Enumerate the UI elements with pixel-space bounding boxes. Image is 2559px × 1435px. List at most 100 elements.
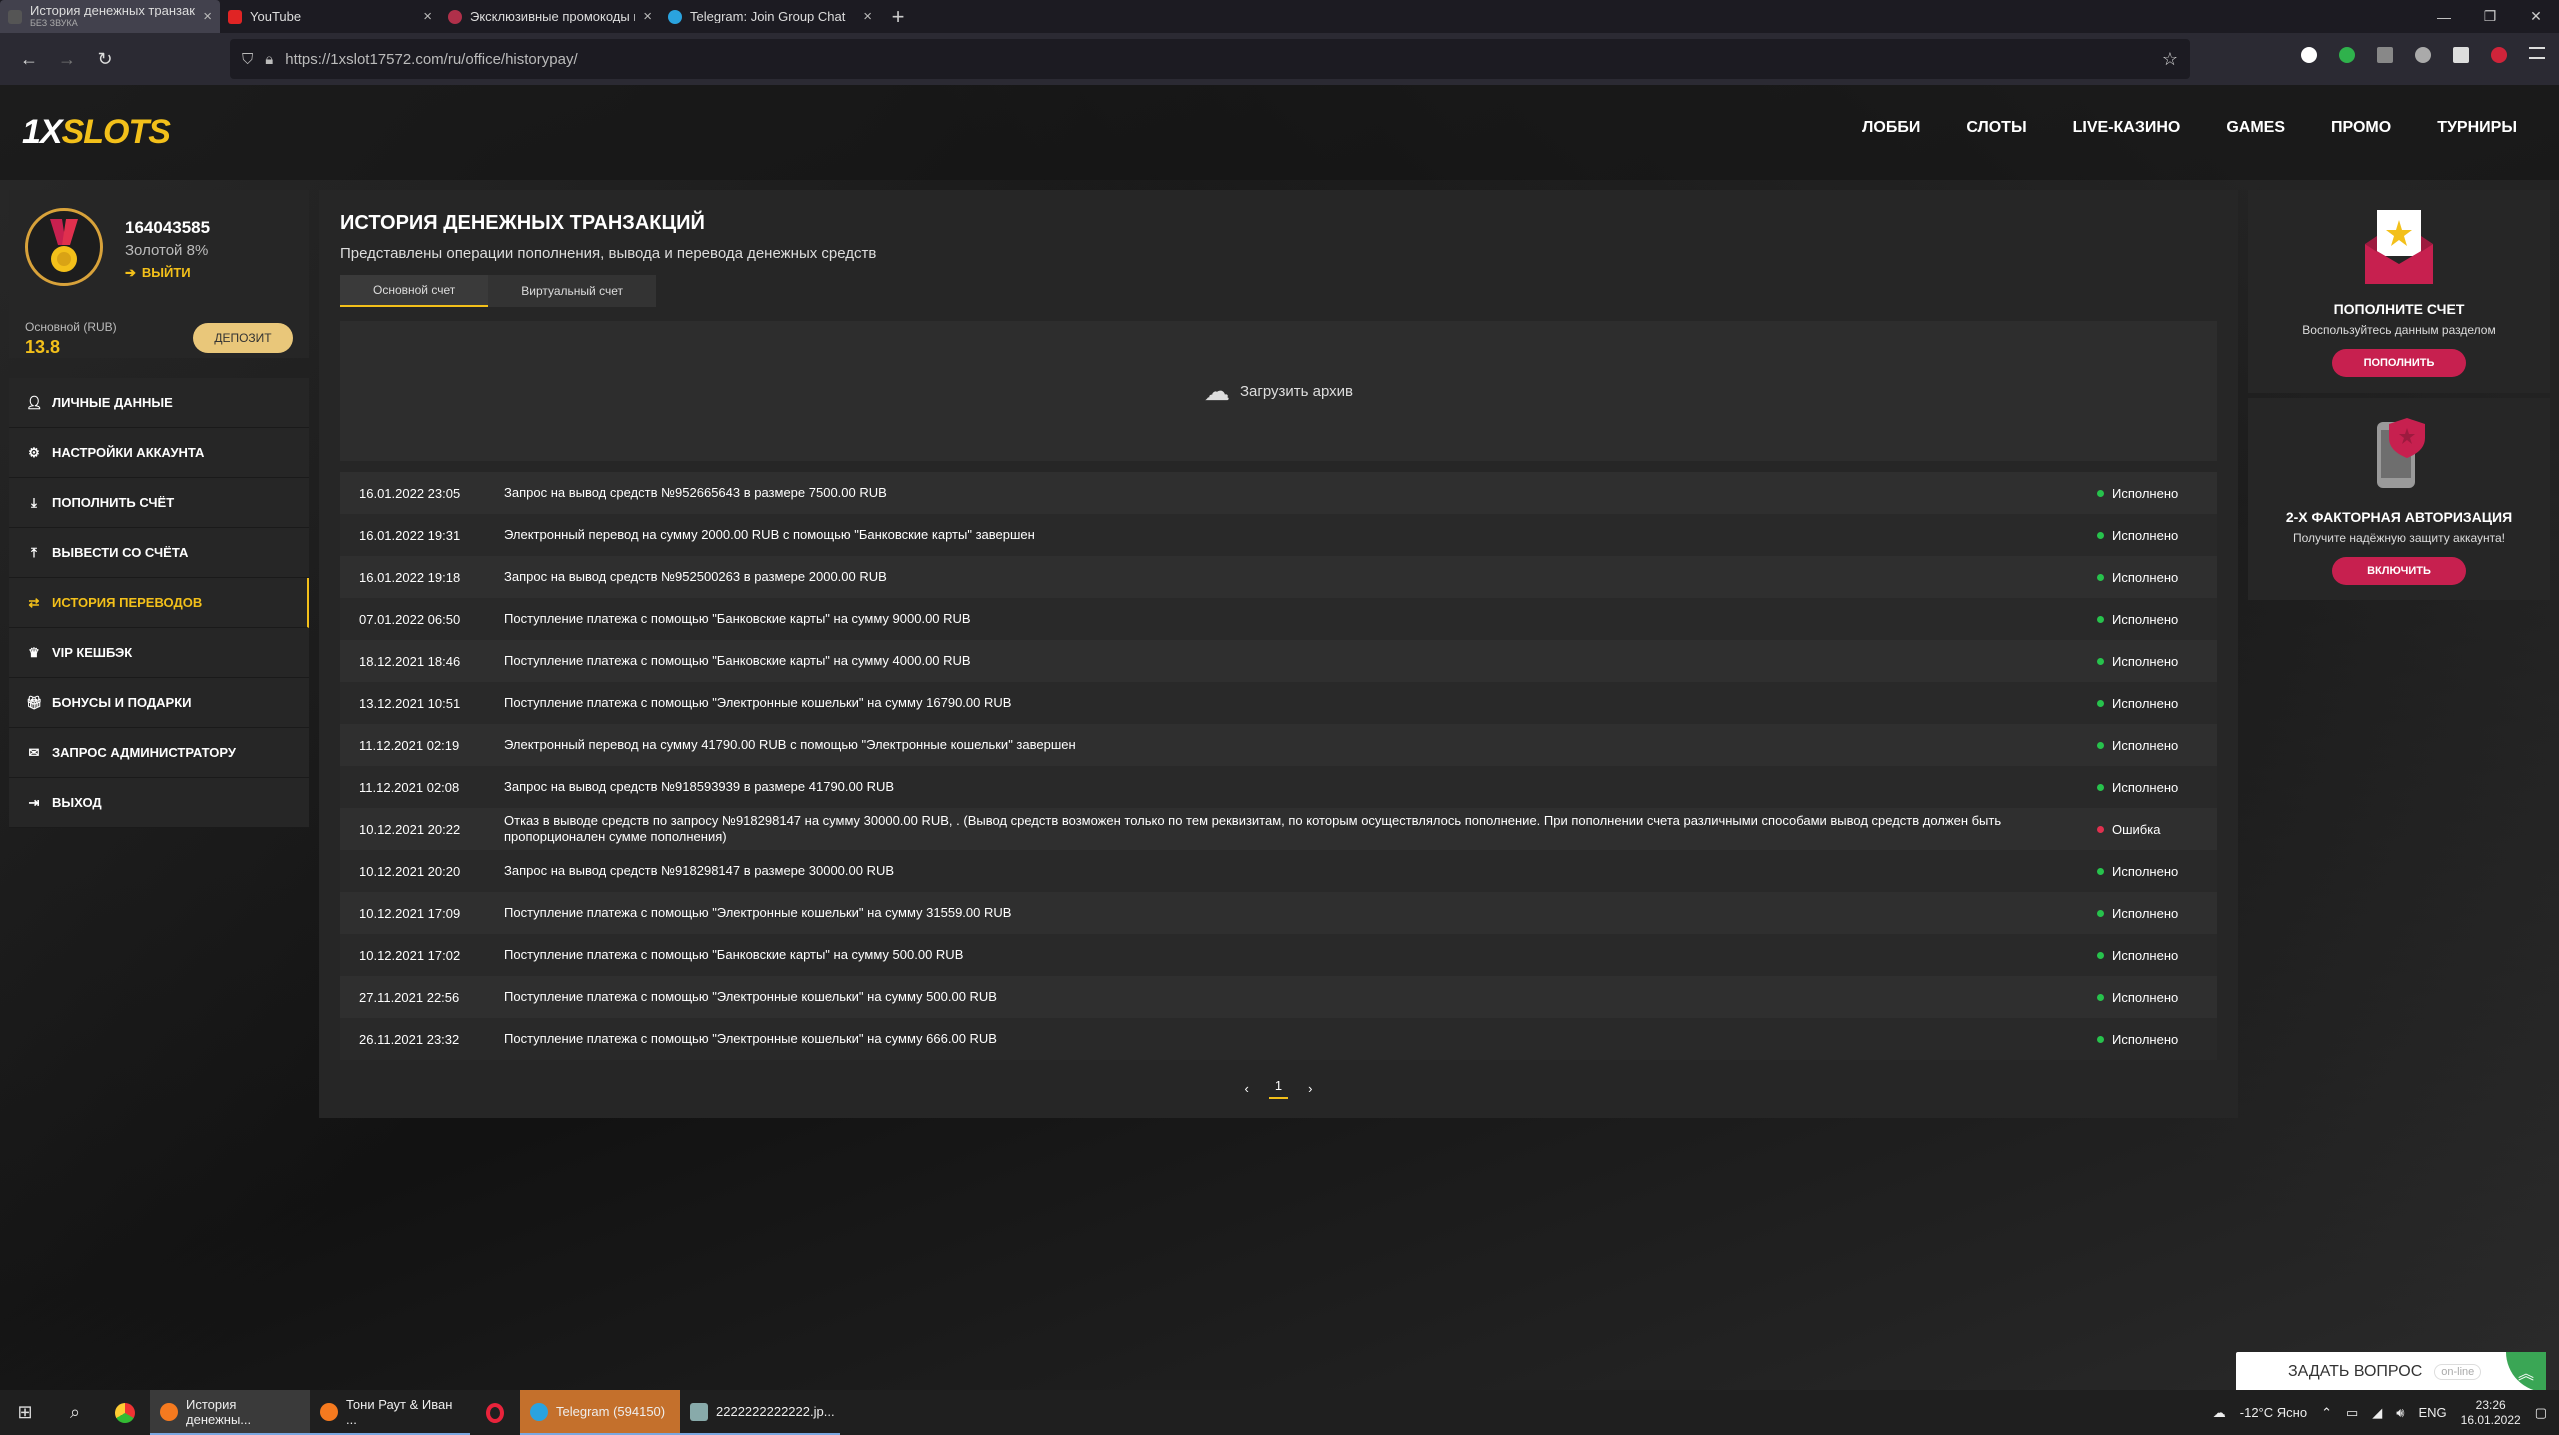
nav-lobby[interactable]: ЛОББИ: [1862, 119, 1920, 137]
reload-icon[interactable]: ↻: [86, 40, 124, 78]
extension-d-icon[interactable]: [2301, 47, 2317, 63]
nav-slots[interactable]: СЛОТЫ: [1966, 119, 2026, 137]
taskbar-app-telegram[interactable]: Telegram (594150): [520, 1390, 680, 1435]
tx-status-text: Исполнено: [2112, 485, 2179, 501]
status-badge: Исполнено: [2097, 906, 2217, 921]
lock-icon[interactable]: 🔒︎: [265, 51, 273, 68]
shield-icon[interactable]: ⛉: [242, 51, 253, 68]
close-icon[interactable]: ×: [203, 8, 212, 25]
browser-tab-telegram[interactable]: Telegram: Join Group Chat ×: [660, 0, 880, 33]
menu-hamburger-icon[interactable]: [2529, 47, 2545, 59]
tx-date: 10.12.2021 20:22: [359, 821, 461, 837]
sidebar-item-exit[interactable]: ⇥ ВЫХОД: [9, 778, 309, 828]
tx-description: Запрос на вывод средств №952500263 в раз…: [504, 569, 887, 584]
promo-favicon-icon: [448, 9, 462, 24]
close-icon[interactable]: ×: [863, 8, 872, 25]
tx-status-text: Исполнено: [2112, 989, 2179, 1005]
notifications-icon[interactable]: ▢: [2535, 1405, 2547, 1421]
site-logo[interactable]: 1XSLOTS: [22, 113, 171, 152]
sidebar-item-withdraw[interactable]: ⤒ ВЫВЕСТИ СО СЧЁТА: [9, 528, 309, 578]
chrome-icon[interactable]: [100, 1390, 150, 1435]
taskbar-app-image-viewer[interactable]: 2222222222222.jp...: [680, 1390, 840, 1435]
chevron-up-icon[interactable]: ⌃: [2321, 1405, 2332, 1421]
side-menu: 👤︎ ЛИЧНЫЕ ДАННЫЕ ⚙ НАСТРОЙКИ АККАУНТА ⤓ …: [9, 378, 309, 828]
sidebar-item-personal-data[interactable]: 👤︎ ЛИЧНЫЕ ДАННЫЕ: [9, 378, 309, 428]
extension-circle-icon[interactable]: [2415, 47, 2431, 63]
forward-arrow-icon[interactable]: →: [48, 40, 86, 78]
download-archive-button[interactable]: ☁ Загрузить архив: [340, 321, 2217, 461]
tx-status-text: Исполнено: [2112, 1031, 2179, 1047]
window-close-icon[interactable]: ✕: [2513, 0, 2559, 33]
taskbar-app-firefox-history[interactable]: История денежны...: [150, 1390, 310, 1435]
browser-tab-history[interactable]: История денежных транзакций БЕЗ ЗВУКА ×: [0, 0, 220, 33]
extension-box-icon[interactable]: [2377, 47, 2393, 63]
page-title: ИСТОРИЯ ДЕНЕЖНЫХ ТРАНЗАКЦИЙ: [340, 212, 705, 234]
windows-start-icon[interactable]: ⊞: [0, 1390, 50, 1435]
back-arrow-icon[interactable]: ←: [10, 40, 48, 78]
status-badge: Исполнено: [2097, 528, 2217, 543]
sidebar-item-admin-request[interactable]: ✉ ЗАПРОС АДМИНИСТРАТОРУ: [9, 728, 309, 778]
status-badge: Исполнено: [2097, 1032, 2217, 1047]
restore-icon[interactable]: ❐: [2467, 0, 2513, 33]
widget-subtitle: Воспользуйтесь данным разделом: [2302, 323, 2496, 337]
status-badge: Исполнено: [2097, 696, 2217, 711]
status-dot-icon: [2097, 1035, 2104, 1043]
user-level: Золотой 8%: [125, 242, 209, 259]
url-text[interactable]: https://1xslot17572.com/ru/office/histor…: [285, 51, 577, 68]
system-clock[interactable]: 23:26 16.01.2022: [2461, 1398, 2521, 1428]
status-dot-icon: [2097, 867, 2104, 875]
nav-live-casino[interactable]: LIVE-КАЗИНО: [2073, 119, 2181, 137]
search-icon[interactable]: ⌕: [50, 1390, 100, 1435]
weather-text[interactable]: -12°C Ясно: [2240, 1405, 2307, 1420]
opera-icon[interactable]: [470, 1390, 520, 1435]
window-controls: — ❐ ✕: [2421, 0, 2559, 33]
pager-next-icon[interactable]: ›: [1308, 1081, 1312, 1096]
volume-icon[interactable]: 🔊︎: [2396, 1405, 2404, 1421]
network-icon[interactable]: ◢: [2372, 1405, 2382, 1421]
sidebar-item-transfer-history[interactable]: ⇄ ИСТОРИЯ ПЕРЕВОДОВ: [9, 578, 309, 628]
minimize-icon[interactable]: —: [2421, 0, 2467, 33]
language-indicator[interactable]: ENG: [2418, 1405, 2446, 1420]
nav-games[interactable]: GAMES: [2226, 119, 2285, 137]
sidebar-item-vip-cashback[interactable]: ♛ VIP КЕШБЭК: [9, 628, 309, 678]
sidebar-item-deposit[interactable]: ⤓ ПОПОЛНИТЬ СЧЁТ: [9, 478, 309, 528]
topup-button[interactable]: ПОПОЛНИТЬ: [2332, 349, 2466, 377]
battery-icon[interactable]: ▭: [2346, 1405, 2358, 1421]
clock-time: 23:26: [2475, 1397, 2506, 1412]
ask-question-widget[interactable]: ЗАДАТЬ ВОПРОС on-line ︽: [2236, 1352, 2546, 1392]
browser-tab-promo[interactable]: Эксклюзивные промокоды на ×: [440, 0, 660, 33]
tab-main-account[interactable]: Основной счет: [340, 275, 489, 307]
pager-current-page[interactable]: 1: [1268, 1078, 1289, 1099]
nav-promo[interactable]: ПРОМО: [2331, 119, 2391, 137]
browser-tab-youtube[interactable]: YouTube ×: [220, 0, 440, 33]
chat-label: ЗАДАТЬ ВОПРОС: [2288, 1363, 2423, 1380]
address-bar[interactable]: ⛉ 🔒︎ https://1xslot17572.com/ru/office/h…: [230, 39, 2190, 79]
status-dot-icon: [2097, 741, 2104, 749]
extension-square-icon[interactable]: [2453, 47, 2469, 63]
deposit-icon: ⤓: [31, 494, 37, 510]
sidebar-item-bonuses[interactable]: 🎁︎ БОНУСЫ И ПОДАРКИ: [9, 678, 309, 728]
weather-icon[interactable]: ☁: [2213, 1405, 2226, 1421]
new-tab-plus-icon[interactable]: +: [880, 0, 916, 33]
bookmark-star-icon[interactable]: ☆: [2162, 49, 2178, 70]
tab-virtual-account[interactable]: Виртуальный счет: [488, 275, 656, 307]
status-dot-icon: [2097, 699, 2104, 707]
table-row: 13.12.2021 10:51 Поступление платежа с по…: [340, 682, 2217, 724]
sidebar-item-account-settings[interactable]: ⚙ НАСТРОЙКИ АККАУНТА: [9, 428, 309, 478]
extension-check-icon[interactable]: [2339, 47, 2355, 63]
adblock-icon[interactable]: [2491, 47, 2507, 63]
status-badge: Исполнено: [2097, 864, 2217, 879]
tx-status-text: Исполнено: [2112, 863, 2179, 879]
gift-icon: 🎁︎: [26, 694, 43, 710]
close-icon[interactable]: ×: [643, 8, 652, 25]
logout-link[interactable]: ➔ ВЫЙТИ: [125, 265, 191, 281]
chevron-up-icon[interactable]: ︽: [2506, 1352, 2546, 1392]
status-badge: Исполнено: [2097, 990, 2217, 1005]
enable-2fa-button[interactable]: ВКЛЮЧИТЬ: [2332, 557, 2466, 585]
tx-description: Запрос на вывод средств №918298147 в раз…: [504, 863, 895, 878]
pager-prev-icon[interactable]: ‹: [1245, 1081, 1249, 1096]
taskbar-app-firefox-music[interactable]: Тони Раут & Иван ...: [310, 1390, 470, 1435]
close-icon[interactable]: ×: [423, 8, 432, 25]
nav-tournaments[interactable]: ТУРНИРЫ: [2437, 119, 2517, 137]
deposit-button[interactable]: ДЕПОЗИТ: [193, 323, 293, 353]
